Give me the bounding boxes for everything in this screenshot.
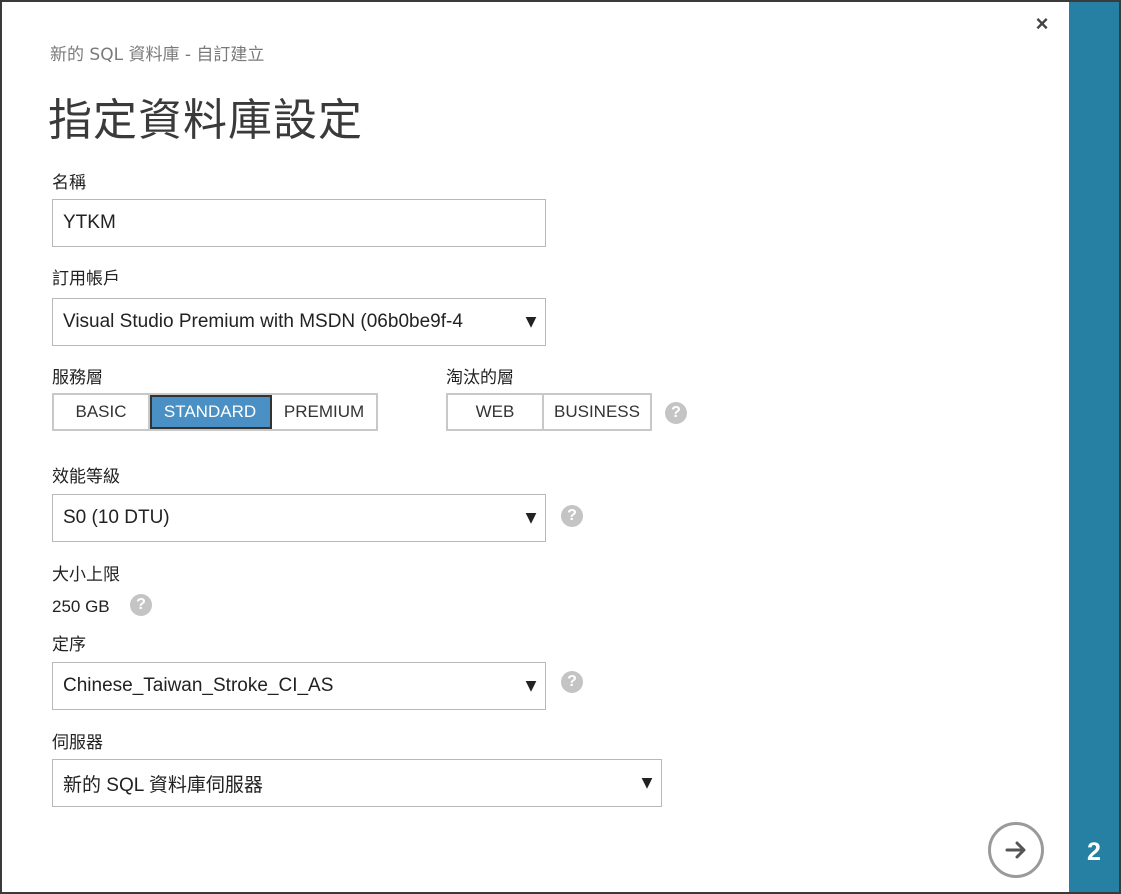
max-size-value: 250 GB [52,597,110,616]
retired-tier-label: 淘汰的層 [446,368,514,388]
next-button[interactable] [988,822,1044,878]
performance-help-icon[interactable]: ? [561,505,583,527]
performance-level-value: S0 (10 DTU) [63,507,170,528]
service-tier-selector: BASIC STANDARD PREMIUM [52,393,378,431]
tier-premium-button[interactable]: PREMIUM [272,395,376,429]
arrow-right-icon [1005,841,1026,859]
wizard-step-bar: 2 [1069,2,1119,892]
collation-value: Chinese_Taiwan_Stroke_CI_AS [63,675,334,696]
subscription-select[interactable]: Visual Studio Premium with MSDN (06b0be9… [52,298,546,346]
dropdown-arrow-icon: ▼ [525,314,537,330]
dialog-subtitle: 新的 SQL 資料庫 - 自訂建立 [50,45,265,65]
performance-level-label: 效能等級 [52,467,120,487]
close-button[interactable]: × [1030,11,1054,36]
tier-web-button[interactable]: WEB [448,395,544,429]
name-label: 名稱 [52,173,86,193]
subscription-label: 訂用帳戶 [52,269,120,289]
dropdown-arrow-icon: ▼ [525,678,537,694]
page-title: 指定資料庫設定 [48,95,363,146]
close-icon: × [1035,11,1049,36]
performance-level-select[interactable]: S0 (10 DTU) ▼ [52,494,546,542]
dropdown-arrow-icon: ▼ [525,510,537,526]
server-label: 伺服器 [52,733,103,753]
max-size-label: 大小上限 [52,565,120,585]
tier-business-button[interactable]: BUSINESS [544,395,650,429]
tier-standard-button[interactable]: STANDARD [150,395,272,429]
retired-tier-selector: WEB BUSINESS [446,393,652,431]
collation-help-icon[interactable]: ? [561,671,583,693]
collation-select[interactable]: Chinese_Taiwan_Stroke_CI_AS ▼ [52,662,546,710]
step-number: 2 [1087,838,1101,866]
collation-label: 定序 [52,635,86,655]
server-select[interactable]: 新的 SQL 資料庫伺服器 ▼ [52,759,662,807]
subscription-value: Visual Studio Premium with MSDN (06b0be9… [63,311,463,332]
dropdown-arrow-icon: ▼ [641,775,653,791]
name-input[interactable] [52,199,546,247]
service-tier-label: 服務層 [52,368,103,388]
retired-tier-help-icon[interactable]: ? [665,402,687,424]
server-value: 新的 SQL 資料庫伺服器 [63,774,263,796]
tier-basic-button[interactable]: BASIC [54,395,150,429]
max-size-help-icon[interactable]: ? [130,594,152,616]
new-sql-database-dialog: × 新的 SQL 資料庫 - 自訂建立 指定資料庫設定 名稱 訂用帳戶 Visu… [0,0,1121,894]
